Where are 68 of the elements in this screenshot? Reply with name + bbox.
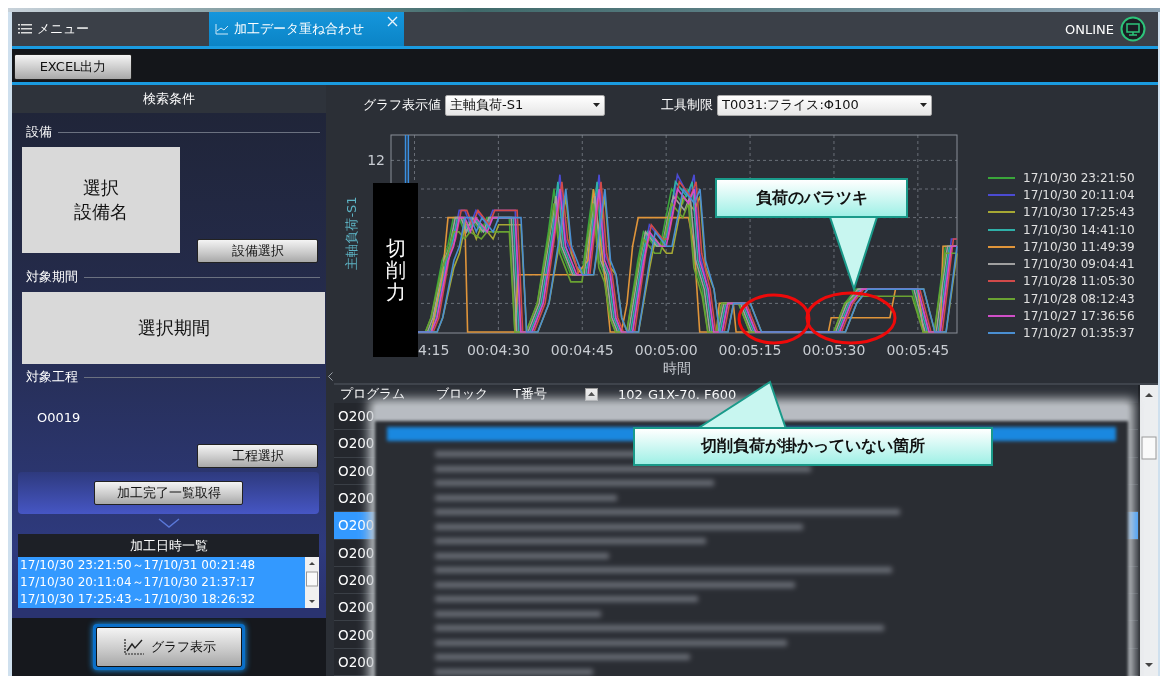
y-tick-label: 12 xyxy=(367,152,385,169)
legend-label: 17/10/30 23:21:50 xyxy=(1023,170,1135,185)
fetch-list-button[interactable]: 加工完了一覧取得 xyxy=(94,481,243,505)
process-value: O0019 xyxy=(37,410,82,426)
legend-label: 17/10/30 14:41:10 xyxy=(1023,222,1135,237)
section-label: 対象工程 xyxy=(26,368,78,386)
legend-label: 17/10/28 08:12:43 xyxy=(1023,291,1135,306)
scrollbar xyxy=(305,557,319,608)
table-cell-text: O200 xyxy=(337,599,375,616)
legend-label: 17/10/30 20:11:04 xyxy=(1023,187,1135,202)
tab[interactable]: メニュー xyxy=(12,12,207,46)
callout: 切削負荷が掛かっていない箇所 xyxy=(633,427,993,466)
legend-label: 17/10/30 09:04:41 xyxy=(1023,257,1135,272)
x-tick-label: 00:05:00 xyxy=(634,342,698,358)
line-chart-icon xyxy=(122,638,145,656)
legend-label: 17/10/27 17:36:56 xyxy=(1023,309,1135,323)
monitor-icon xyxy=(1120,16,1146,42)
annotation-label: 切削力 xyxy=(373,183,418,357)
x-tick-label: 4:15 xyxy=(418,342,450,358)
collapse-icon xyxy=(327,372,333,381)
line-chart-icon xyxy=(215,23,229,35)
panel-title: 検索条件 xyxy=(12,85,326,113)
legend-label: 17/10/30 11:49:39 xyxy=(1023,239,1135,254)
column-header: ブロック xyxy=(435,385,489,403)
column-header: 102 xyxy=(617,386,642,402)
x-tick-label: 00:04:30 xyxy=(466,342,530,358)
export-button[interactable]: EXCEL出力 xyxy=(14,53,132,80)
legend-label: 17/10/27 01:35:37 xyxy=(1023,326,1135,341)
legend-label: 17/10/28 11:05:30 xyxy=(1023,274,1135,289)
process-select-button[interactable]: 工程選択 xyxy=(197,444,318,468)
graph-display-button[interactable]: グラフ表示 xyxy=(96,627,242,667)
table-cell-text: O200 xyxy=(337,517,375,534)
table-cell-text: O200 xyxy=(337,571,375,588)
table-cell-text: O200 xyxy=(337,462,375,479)
column-header: T番号 xyxy=(512,385,548,403)
dropdown[interactable]: 主軸負荷-S1 xyxy=(445,94,605,116)
x-tick-label: 00:05:30 xyxy=(802,342,866,358)
section-label: 対象期間 xyxy=(26,268,78,286)
x-tick-label: 00:04:45 xyxy=(550,342,614,358)
x-tick-label: 00:05:45 xyxy=(886,342,950,358)
x-tick-label: 00:05:15 xyxy=(718,342,782,358)
column-header: プログラム xyxy=(339,385,406,403)
caret-down-icon xyxy=(920,103,927,107)
filter-label: 工具制限 xyxy=(661,96,713,114)
y-axis-label: 主軸負荷-S1 xyxy=(344,196,359,270)
list-title: 加工日時一覧 xyxy=(18,534,319,557)
callout: 負荷のバラツキ xyxy=(715,178,908,218)
column-header: G1X-70. F600 xyxy=(647,386,737,402)
table-cell-text: O200 xyxy=(337,653,375,670)
connection-status: ONLINE xyxy=(1065,21,1114,37)
x-axis-label: 時間 xyxy=(663,360,692,376)
filter-label: グラフ表示値 xyxy=(363,96,441,114)
list-icon xyxy=(18,23,32,35)
close-icon xyxy=(387,16,398,27)
equipment-name: 選択 xyxy=(83,175,119,200)
legend-label: 17/10/30 17:25:43 xyxy=(1023,205,1135,220)
equipment-name: 設備名 xyxy=(74,200,128,224)
dropdown[interactable]: T0031:フライス:Φ100 xyxy=(717,94,932,116)
tab[interactable]: 加工データ重ね合わせ xyxy=(209,12,404,46)
table-cell-text: O200 xyxy=(337,544,375,561)
table-cell-text: O200 xyxy=(337,435,375,452)
section-label: 設備 xyxy=(26,123,52,141)
table-cell-text: O200 xyxy=(337,626,375,643)
table-cell-text: O200 xyxy=(337,490,375,507)
period-display: 選択期間 xyxy=(22,292,325,364)
caret-down-icon xyxy=(593,103,600,107)
chevron-down-icon xyxy=(158,518,180,528)
equipment-select-button[interactable]: 設備選択 xyxy=(197,239,318,263)
